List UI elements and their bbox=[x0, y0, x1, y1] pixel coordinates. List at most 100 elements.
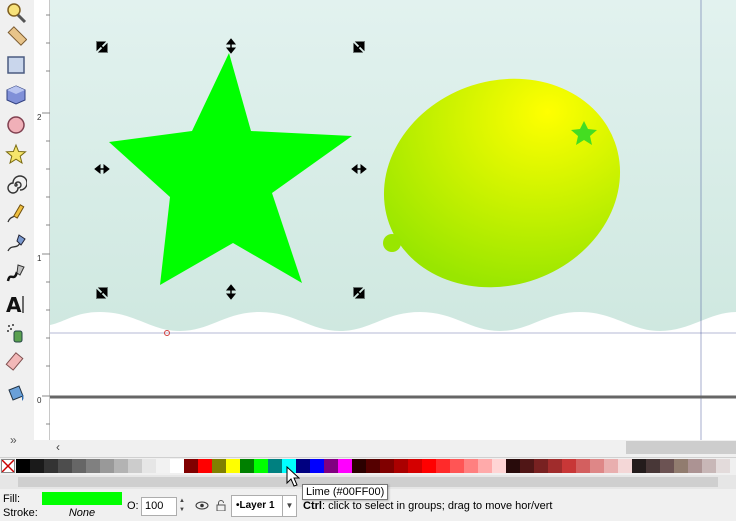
text-tool[interactable]: A bbox=[4, 292, 28, 316]
pen-icon bbox=[7, 234, 26, 252]
fill-label: Fill: bbox=[3, 493, 21, 505]
calligraphy-icon bbox=[6, 264, 25, 282]
spray-icon bbox=[7, 324, 23, 343]
ruler-ticks bbox=[42, 14, 50, 425]
color-swatch[interactable] bbox=[184, 459, 198, 473]
horizontal-scrollbar[interactable]: ‹ bbox=[50, 440, 736, 455]
ruler-label: 2 bbox=[37, 113, 42, 122]
eraser-tool[interactable] bbox=[4, 350, 28, 374]
swatch-tooltip: Lime (#00FF00) bbox=[302, 484, 389, 500]
spray-tool[interactable] bbox=[4, 321, 28, 345]
color-swatch[interactable] bbox=[520, 459, 534, 473]
status-message-text: : click to select in groups; drag to mov… bbox=[321, 500, 553, 512]
color-swatch[interactable] bbox=[324, 459, 338, 473]
scroll-left-icon[interactable]: ‹ bbox=[56, 440, 60, 454]
mouse-cursor-icon bbox=[286, 466, 300, 487]
stroke-indicator[interactable]: None bbox=[42, 507, 122, 519]
drawing-canvas[interactable] bbox=[50, 0, 736, 440]
color-swatch[interactable] bbox=[702, 459, 716, 473]
opacity-stepper[interactable]: ▲ ▼ bbox=[177, 497, 187, 516]
fill-indicator[interactable] bbox=[42, 492, 122, 505]
color-swatch[interactable] bbox=[338, 459, 352, 473]
lock-icon[interactable] bbox=[216, 500, 226, 511]
color-swatch[interactable] bbox=[604, 459, 618, 473]
color-swatch[interactable] bbox=[576, 459, 590, 473]
color-swatch[interactable] bbox=[464, 459, 478, 473]
circle-icon bbox=[7, 116, 25, 134]
color-swatch[interactable] bbox=[352, 459, 366, 473]
color-swatch[interactable] bbox=[156, 459, 170, 473]
square-icon bbox=[7, 56, 25, 74]
color-swatch[interactable] bbox=[660, 459, 674, 473]
status-modifier-key: Ctrl bbox=[303, 500, 322, 512]
color-swatch[interactable] bbox=[128, 459, 142, 473]
color-swatch[interactable] bbox=[506, 459, 520, 473]
color-swatch[interactable] bbox=[226, 459, 240, 473]
color-swatch[interactable] bbox=[534, 459, 548, 473]
star-icon bbox=[5, 143, 27, 165]
ruler-icon bbox=[7, 26, 27, 46]
rectangle-tool[interactable] bbox=[4, 53, 28, 77]
color-swatch[interactable] bbox=[632, 459, 646, 473]
toolbox-overflow-button[interactable]: » bbox=[10, 433, 17, 447]
color-swatch[interactable] bbox=[716, 459, 730, 473]
color-swatch[interactable] bbox=[72, 459, 86, 473]
color-swatch[interactable] bbox=[114, 459, 128, 473]
ruler-label: 0 bbox=[37, 396, 42, 405]
color-swatch[interactable] bbox=[688, 459, 702, 473]
color-swatch[interactable] bbox=[408, 459, 422, 473]
color-swatch[interactable] bbox=[562, 459, 576, 473]
scrollbar-thumb[interactable] bbox=[626, 441, 736, 454]
color-swatch[interactable] bbox=[646, 459, 660, 473]
color-swatch[interactable] bbox=[394, 459, 408, 473]
color-swatch[interactable] bbox=[170, 459, 184, 473]
eye-icon[interactable] bbox=[195, 501, 209, 510]
vertical-ruler[interactable]: 2 1 0 bbox=[34, 0, 50, 440]
magnifier-icon bbox=[7, 3, 27, 24]
ruler-label: 1 bbox=[37, 254, 42, 263]
color-swatch[interactable] bbox=[492, 459, 506, 473]
color-swatch[interactable] bbox=[30, 459, 44, 473]
color-swatch[interactable] bbox=[618, 459, 632, 473]
color-swatch[interactable] bbox=[240, 459, 254, 473]
color-swatch[interactable] bbox=[86, 459, 100, 473]
color-swatch[interactable] bbox=[254, 459, 268, 473]
eraser-icon bbox=[5, 352, 24, 371]
spiral-tool[interactable] bbox=[4, 173, 28, 197]
color-swatch[interactable] bbox=[44, 459, 58, 473]
3d-box-tool[interactable] bbox=[4, 83, 28, 107]
color-swatch[interactable] bbox=[310, 459, 324, 473]
color-swatch[interactable] bbox=[212, 459, 226, 473]
text-a-icon: A bbox=[6, 293, 24, 315]
color-swatch[interactable] bbox=[100, 459, 114, 473]
color-swatch[interactable] bbox=[478, 459, 492, 473]
pen-tool[interactable] bbox=[4, 232, 28, 256]
color-swatch[interactable] bbox=[366, 459, 380, 473]
color-swatch[interactable] bbox=[380, 459, 394, 473]
color-swatch[interactable] bbox=[590, 459, 604, 473]
cross-icon bbox=[1, 459, 15, 473]
zoom-tool[interactable] bbox=[4, 1, 28, 25]
color-swatch[interactable] bbox=[268, 459, 282, 473]
ellipse-tool[interactable] bbox=[4, 113, 28, 137]
color-swatch[interactable] bbox=[548, 459, 562, 473]
star-tool[interactable] bbox=[4, 142, 28, 166]
bucket-icon bbox=[8, 385, 24, 401]
paint-bucket-tool[interactable] bbox=[4, 381, 28, 405]
color-swatch[interactable] bbox=[674, 459, 688, 473]
color-swatch[interactable] bbox=[16, 459, 30, 473]
measure-tool[interactable] bbox=[4, 24, 28, 48]
color-swatch[interactable] bbox=[198, 459, 212, 473]
no-color-swatch[interactable] bbox=[1, 459, 15, 473]
opacity-input[interactable]: 100 bbox=[141, 497, 177, 516]
color-swatch[interactable] bbox=[436, 459, 450, 473]
layer-dropdown[interactable]: •Layer 1 ▼ bbox=[231, 495, 297, 517]
inkscape-window: A » 2 1 0 ‹ Fill: Stroke: None O: 100 ▲ … bbox=[0, 0, 736, 521]
pencil-tool[interactable] bbox=[4, 202, 28, 226]
color-swatch[interactable] bbox=[450, 459, 464, 473]
calligraphy-tool[interactable] bbox=[4, 262, 28, 286]
toolbox: A » bbox=[0, 0, 34, 455]
color-swatch[interactable] bbox=[422, 459, 436, 473]
color-swatch[interactable] bbox=[142, 459, 156, 473]
color-swatch[interactable] bbox=[58, 459, 72, 473]
